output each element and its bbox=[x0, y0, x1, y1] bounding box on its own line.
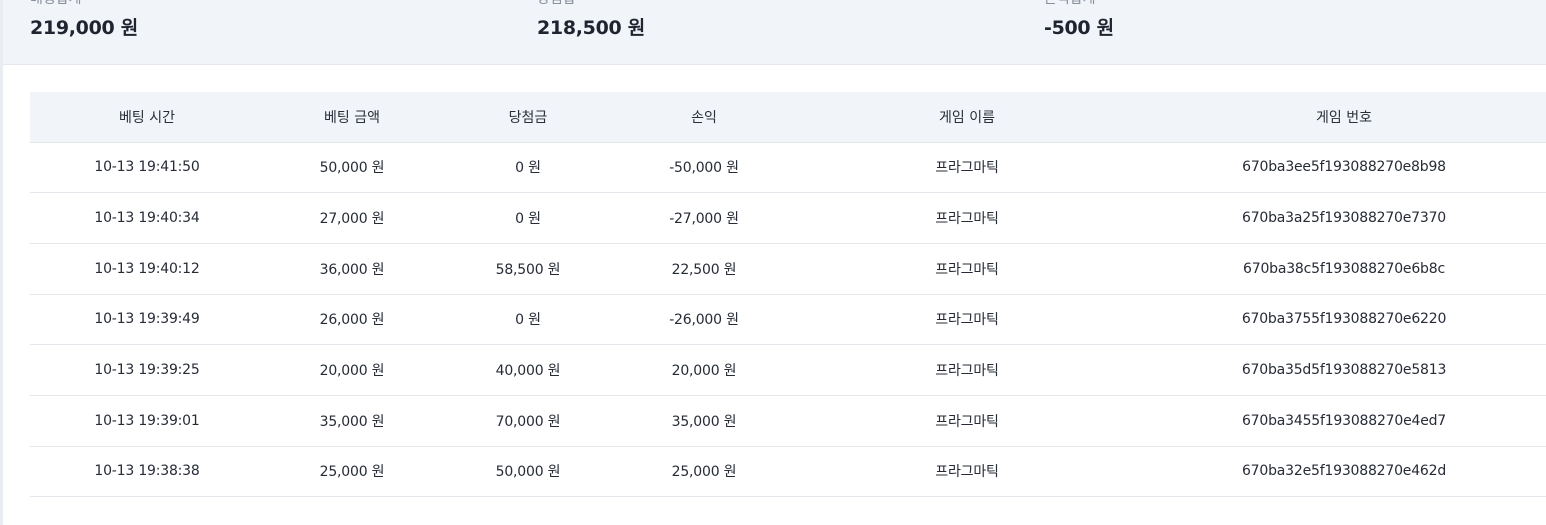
cell-bet-amount: 36,000 원 bbox=[264, 243, 440, 295]
cell-bet-time: 10-13 19:40:34 bbox=[30, 192, 264, 244]
cell-bet-amount: 50,000 원 bbox=[264, 142, 440, 194]
cell-profit: 35,000 원 bbox=[616, 395, 792, 447]
table-header-row: 베팅 시간 베팅 금액 당첨금 손익 게임 이름 게임 번호 bbox=[30, 92, 1546, 143]
header-profit: 손익 bbox=[616, 92, 792, 143]
cell-win-amount: 50,000 원 bbox=[440, 446, 616, 498]
cell-game-name: 프라그마틱 bbox=[792, 294, 1142, 346]
table-row: 10-13 19:39:25 20,000 원 40,000 원 20,000 … bbox=[30, 344, 1546, 396]
summary-bar: 배팅합계 219,000 원 당첨합 218,500 원 손익합계 -500 원 bbox=[3, 0, 1546, 65]
cell-win-amount: 70,000 원 bbox=[440, 395, 616, 447]
summary-win-total-label: 당첨합 bbox=[537, 0, 576, 8]
cell-game-name: 프라그마틱 bbox=[792, 344, 1142, 396]
cell-win-amount: 58,500 원 bbox=[440, 243, 616, 295]
cell-game-name: 프라그마틱 bbox=[792, 192, 1142, 244]
summary-profit-total-label: 손익합계 bbox=[1044, 0, 1096, 8]
cell-game-name: 프라그마틱 bbox=[792, 446, 1142, 498]
cell-bet-amount: 20,000 원 bbox=[264, 344, 440, 396]
cell-win-amount: 0 원 bbox=[440, 192, 616, 244]
table-row: 10-13 19:39:01 35,000 원 70,000 원 35,000 … bbox=[30, 395, 1546, 447]
cell-win-amount: 0 원 bbox=[440, 294, 616, 346]
betting-history-table: 베팅 시간 베팅 금액 당첨금 손익 게임 이름 게임 번호 10-13 19:… bbox=[30, 92, 1546, 498]
table-row: 10-13 19:41:50 50,000 원 0 원 -50,000 원 프라… bbox=[30, 142, 1546, 194]
summary-profit-total-value: -500 원 bbox=[1044, 17, 1114, 39]
table-row: 10-13 19:39:49 26,000 원 0 원 -26,000 원 프라… bbox=[30, 294, 1546, 346]
cell-bet-amount: 35,000 원 bbox=[264, 395, 440, 447]
cell-bet-amount: 25,000 원 bbox=[264, 446, 440, 498]
cell-profit: -26,000 원 bbox=[616, 294, 792, 346]
cell-game-id: 670ba35d5f193088270e5813 bbox=[1142, 344, 1546, 396]
header-win-amount: 당첨금 bbox=[440, 92, 616, 143]
header-bet-amount: 베팅 금액 bbox=[264, 92, 440, 143]
cell-game-id: 670ba3755f193088270e6220 bbox=[1142, 294, 1546, 346]
cell-profit: 20,000 원 bbox=[616, 344, 792, 396]
cell-game-id: 670ba3a25f193088270e7370 bbox=[1142, 192, 1546, 244]
cell-game-name: 프라그마틱 bbox=[792, 142, 1142, 194]
cell-bet-time: 10-13 19:39:49 bbox=[30, 294, 264, 346]
cell-profit: -50,000 원 bbox=[616, 142, 792, 194]
header-game-id: 게임 번호 bbox=[1142, 92, 1546, 143]
betting-history-page: 배팅합계 219,000 원 당첨합 218,500 원 손익합계 -500 원 bbox=[0, 0, 1546, 525]
cell-profit: 25,000 원 bbox=[616, 446, 792, 498]
cell-game-name: 프라그마틱 bbox=[792, 395, 1142, 447]
cell-profit: 22,500 원 bbox=[616, 243, 792, 295]
cell-bet-amount: 27,000 원 bbox=[264, 192, 440, 244]
cell-bet-time: 10-13 19:39:01 bbox=[30, 395, 264, 447]
cell-bet-time: 10-13 19:40:12 bbox=[30, 243, 264, 295]
summary-bet-total-label: 배팅합계 bbox=[30, 0, 82, 8]
cell-bet-time: 10-13 19:39:25 bbox=[30, 344, 264, 396]
cell-win-amount: 40,000 원 bbox=[440, 344, 616, 396]
table-row: 10-13 19:40:12 36,000 원 58,500 원 22,500 … bbox=[30, 243, 1546, 295]
cell-game-id: 670ba32e5f193088270e462d bbox=[1142, 446, 1546, 498]
cell-game-id: 670ba3ee5f193088270e8b98 bbox=[1142, 142, 1546, 194]
betting-history-table-wrap: 베팅 시간 베팅 금액 당첨금 손익 게임 이름 게임 번호 10-13 19:… bbox=[30, 92, 1546, 498]
cell-game-id: 670ba3455f193088270e4ed7 bbox=[1142, 395, 1546, 447]
header-game-name: 게임 이름 bbox=[792, 92, 1142, 143]
cell-bet-amount: 26,000 원 bbox=[264, 294, 440, 346]
cell-game-name: 프라그마틱 bbox=[792, 243, 1142, 295]
summary-win-total-value: 218,500 원 bbox=[537, 17, 645, 39]
header-bet-time: 베팅 시간 bbox=[30, 92, 264, 143]
cell-bet-time: 10-13 19:38:38 bbox=[30, 446, 264, 498]
cell-win-amount: 0 원 bbox=[440, 142, 616, 194]
cell-bet-time: 10-13 19:41:50 bbox=[30, 142, 264, 194]
table-row: 10-13 19:38:38 25,000 원 50,000 원 25,000 … bbox=[30, 446, 1546, 498]
cell-game-id: 670ba38c5f193088270e6b8c bbox=[1142, 243, 1546, 295]
cell-profit: -27,000 원 bbox=[616, 192, 792, 244]
summary-bet-total-value: 219,000 원 bbox=[30, 17, 138, 39]
table-row: 10-13 19:40:34 27,000 원 0 원 -27,000 원 프라… bbox=[30, 192, 1546, 244]
